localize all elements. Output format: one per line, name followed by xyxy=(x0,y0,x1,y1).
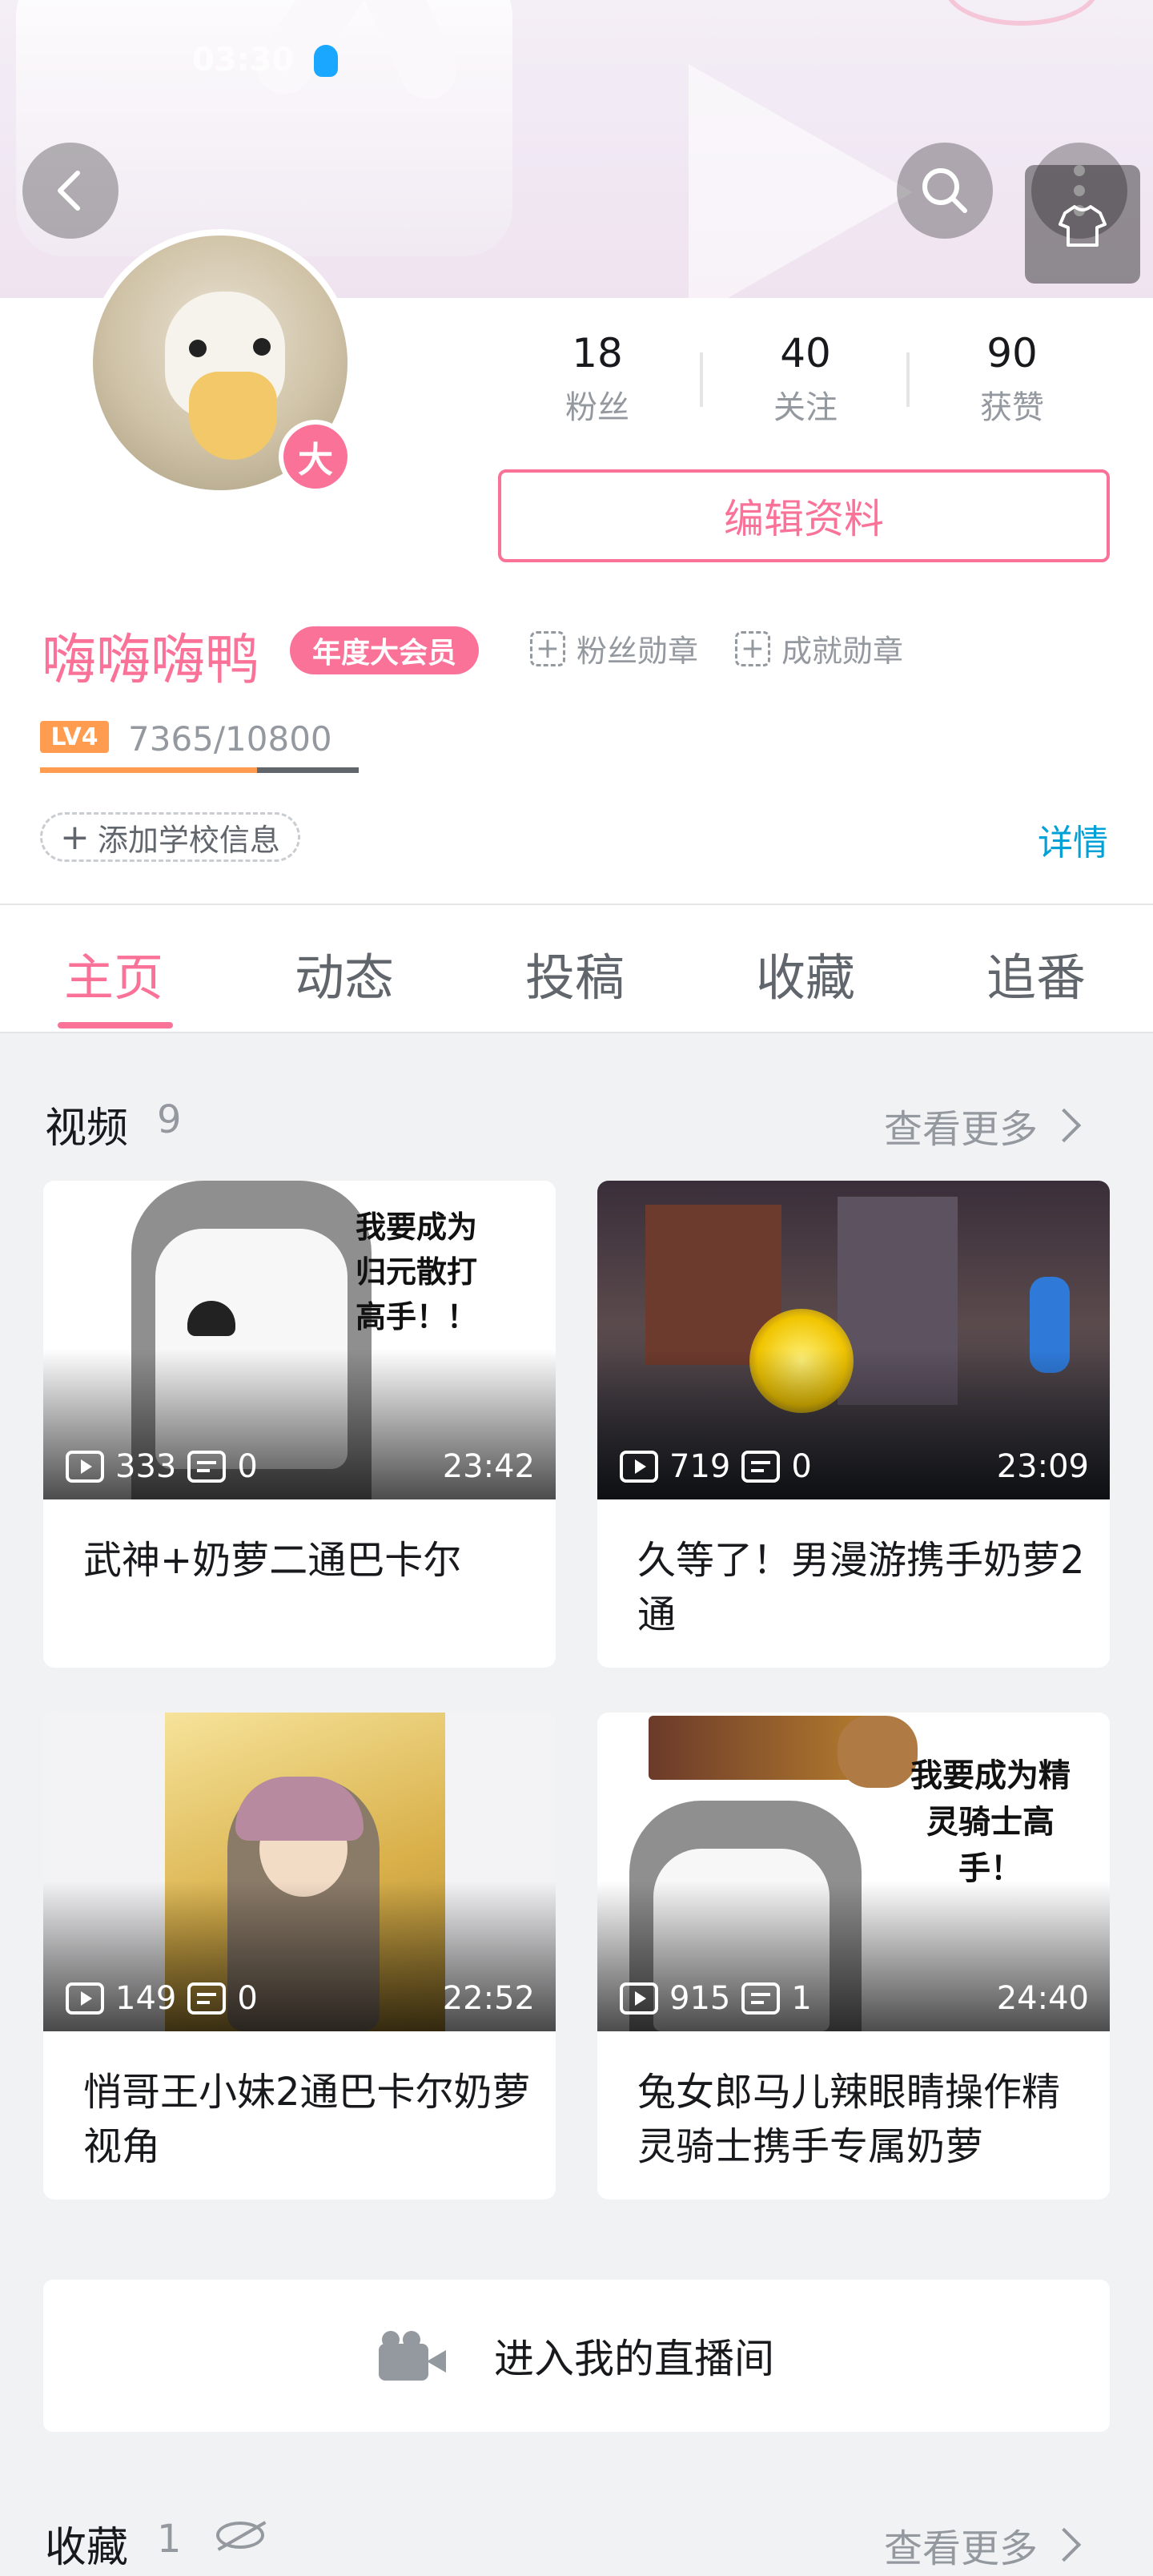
level-badge: LV4 xyxy=(40,721,109,753)
more-label: 查看更多 xyxy=(884,1107,1039,1152)
video-meta: 333 0 xyxy=(66,1448,258,1485)
stat-fans[interactable]: 18 粉丝 xyxy=(517,330,677,428)
live-room-button[interactable]: 进入我的直播间 xyxy=(43,2280,1110,2432)
status-time: 03:30 xyxy=(192,42,295,78)
danmaku-icon xyxy=(741,1451,781,1483)
profile-tabs: 主页 动态 投稿 收藏 追番 xyxy=(0,905,1153,1033)
play-count: 915 xyxy=(669,1980,731,2017)
stat-value: 40 xyxy=(780,330,831,376)
divider xyxy=(906,352,910,407)
achievement-medal-label: 成就勋章 xyxy=(781,634,904,669)
vip-avatar-badge: 大 xyxy=(279,420,352,493)
video-title: 悄哥王小妹2通巴卡尔奶萝视角 xyxy=(83,2070,531,2169)
add-icon: + xyxy=(735,630,770,666)
stat-likes[interactable]: 90 获赞 xyxy=(932,330,1092,428)
username: 嗨嗨嗨鸭 xyxy=(42,629,260,692)
banner-decoration xyxy=(689,64,913,298)
search-icon xyxy=(922,168,967,213)
danmaku-count: 0 xyxy=(237,1448,258,1485)
play-count: 149 xyxy=(115,1980,177,2017)
stat-label: 关注 xyxy=(773,389,838,426)
shirt-icon xyxy=(1059,205,1107,247)
tab-indicator xyxy=(58,1022,173,1028)
tab-bangumi[interactable]: 追番 xyxy=(986,937,1086,1009)
avatar-duck-eye xyxy=(189,340,207,357)
add-school-button[interactable]: + 添加学校信息 xyxy=(40,812,300,862)
banner-decoration xyxy=(945,0,1099,26)
video-meta: 719 0 xyxy=(620,1448,812,1485)
video-meta: 149 0 xyxy=(66,1980,258,2017)
more-label: 查看更多 xyxy=(884,2526,1039,2571)
danmaku-icon xyxy=(741,1982,781,2015)
qq-icon xyxy=(314,45,338,77)
achievement-medal-button[interactable]: + 成就勋章 xyxy=(735,626,903,670)
tab-favorites[interactable]: 收藏 xyxy=(756,937,855,1009)
videos-more-link[interactable]: 查看更多 xyxy=(884,1097,1082,1153)
live-room-label: 进入我的直播间 xyxy=(494,2336,774,2382)
tab-uploads[interactable]: 投稿 xyxy=(525,937,625,1009)
favorites-section-title: 收藏 xyxy=(45,2524,129,2572)
search-button[interactable] xyxy=(897,143,993,239)
edit-profile-button[interactable]: 编辑资料 xyxy=(498,469,1110,562)
videos-section-title: 视频 xyxy=(45,1105,129,1153)
fan-medal-label: 粉丝勋章 xyxy=(576,634,699,669)
videos-count: 9 xyxy=(157,1097,182,1142)
danmaku-count: 0 xyxy=(237,1980,258,2017)
stat-following[interactable]: 40 关注 xyxy=(725,330,886,428)
video-duration: 22:52 xyxy=(442,1980,535,2017)
thumbnail-caption: 我要成为精灵骑士高手！ xyxy=(910,1757,1071,1887)
stat-label: 获赞 xyxy=(980,389,1044,426)
danmaku-icon xyxy=(187,1982,227,2015)
play-count-icon xyxy=(66,1451,104,1483)
video-duration: 24:40 xyxy=(996,1980,1089,2017)
play-count-icon xyxy=(620,1982,658,2015)
play-count-icon xyxy=(66,1982,104,2015)
video-title: 兔女郎马儿辣眼睛操作精灵骑士携手专属奶萝 xyxy=(637,2070,1061,2169)
video-card[interactable]: 我要成为归元散打高手！！ 333 0 23:42 武神+奶萝二通巴卡尔 xyxy=(43,1181,556,1668)
plus-icon: + xyxy=(60,816,90,858)
exp-text: 7365/10800 xyxy=(128,719,332,759)
back-button[interactable] xyxy=(22,143,119,239)
stat-value: 18 xyxy=(572,330,623,376)
divider xyxy=(0,1032,1153,1033)
danmaku-count: 1 xyxy=(791,1980,812,2017)
avatar-duck-eye xyxy=(253,338,271,356)
video-title: 久等了！男漫游携手奶萝2通 xyxy=(637,1538,1085,1637)
vip-avatar-badge-text: 大 xyxy=(283,425,348,489)
eye-off-icon xyxy=(216,2522,264,2549)
tab-dynamics[interactable]: 动态 xyxy=(295,937,394,1009)
dress-up-button[interactable] xyxy=(1025,165,1140,284)
danmaku-count: 0 xyxy=(791,1448,812,1485)
exp-progress-fill xyxy=(40,767,257,773)
video-card[interactable]: 719 0 23:09 久等了！男漫游携手奶萝2通 xyxy=(597,1181,1110,1668)
favorites-more-link[interactable]: 查看更多 xyxy=(884,2517,1082,2573)
camera-icon xyxy=(379,2331,446,2381)
play-count-icon xyxy=(620,1451,658,1483)
video-card[interactable]: 我要成为精灵骑士高手！ 915 1 24:40 兔女郎马儿辣眼睛操作精灵骑士携手… xyxy=(597,1713,1110,2200)
fan-medal-button[interactable]: + 粉丝勋章 xyxy=(530,626,698,670)
details-link[interactable]: 详情 xyxy=(1038,814,1108,865)
video-title: 武神+奶萝二通巴卡尔 xyxy=(83,1538,462,1583)
video-duration: 23:42 xyxy=(442,1448,535,1485)
danmaku-icon xyxy=(187,1451,227,1483)
video-card[interactable]: 149 0 22:52 悄哥王小妹2通巴卡尔奶萝视角 xyxy=(43,1713,556,2200)
video-meta: 915 1 xyxy=(620,1980,812,2017)
avatar-duck-bill xyxy=(189,372,277,460)
stat-value: 90 xyxy=(986,330,1038,376)
add-icon: + xyxy=(530,630,565,666)
divider xyxy=(700,352,703,407)
chevron-right-icon xyxy=(1047,1108,1082,1143)
play-count: 719 xyxy=(669,1448,731,1485)
add-school-label: 添加学校信息 xyxy=(97,822,280,858)
chevron-right-icon xyxy=(1047,2527,1082,2562)
video-duration: 23:09 xyxy=(996,1448,1089,1485)
back-icon xyxy=(58,171,80,211)
exp-progress-bar xyxy=(40,767,359,773)
favorites-count: 1 xyxy=(157,2517,182,2562)
stat-label: 粉丝 xyxy=(565,389,629,426)
play-count: 333 xyxy=(115,1448,177,1485)
tab-home[interactable]: 主页 xyxy=(64,937,163,1009)
thumbnail-caption: 我要成为归元散打高手！！ xyxy=(355,1210,477,1334)
annual-vip-badge[interactable]: 年度大会员 xyxy=(290,626,480,674)
